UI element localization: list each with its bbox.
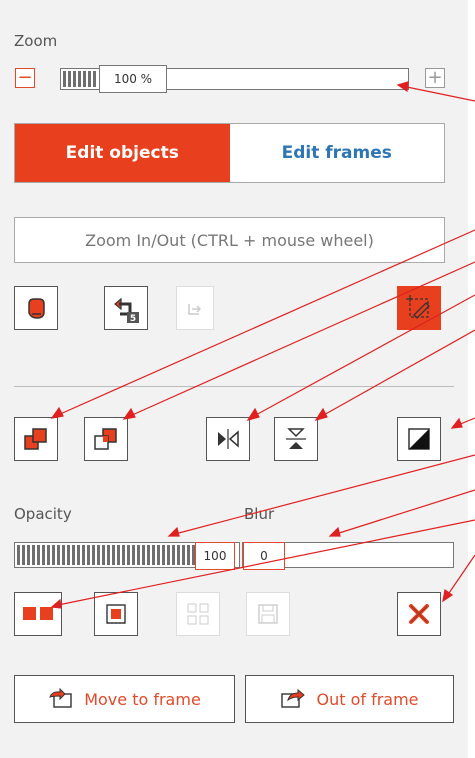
- contrast-icon: [408, 428, 430, 450]
- blur-label: Blur: [244, 505, 275, 523]
- redo-button[interactable]: [176, 286, 214, 330]
- undo-button[interactable]: 5: [104, 286, 148, 330]
- bring-forward-button[interactable]: [14, 417, 58, 461]
- undo-count-badge: 5: [130, 314, 136, 323]
- flip-horizontal-button[interactable]: [206, 417, 250, 461]
- zoom-value: 100 %: [99, 65, 167, 93]
- out-of-frame-button[interactable]: Out of frame: [245, 675, 454, 723]
- properties-panel: Zoom − 100 % + Edit objects Edit frames …: [0, 0, 468, 758]
- zoom-out-button[interactable]: −: [15, 68, 35, 88]
- move-to-frame-label: Move to frame: [84, 689, 201, 709]
- zoom-label: Zoom: [14, 32, 58, 50]
- send-backward-button[interactable]: [84, 417, 128, 461]
- opacity-label: Opacity: [14, 505, 72, 523]
- minus-icon: −: [17, 67, 33, 88]
- bring-forward-icon: [24, 428, 47, 450]
- group-button[interactable]: [176, 592, 220, 636]
- crop-button[interactable]: [94, 592, 138, 636]
- zoom-in-button[interactable]: +: [425, 68, 445, 88]
- flip-vertical-button[interactable]: [274, 417, 318, 461]
- crop-icon: [106, 604, 126, 624]
- out-of-frame-label: Out of frame: [316, 689, 419, 709]
- move-to-frame-icon: [49, 688, 72, 708]
- group-icon: [187, 603, 209, 625]
- save-button[interactable]: [246, 592, 290, 636]
- undo-icon: 5: [114, 297, 139, 323]
- separator: [14, 386, 454, 387]
- contrast-button[interactable]: [397, 417, 441, 461]
- duplicate-button[interactable]: [14, 592, 62, 636]
- redo-icon: [188, 304, 202, 315]
- zoom-slider[interactable]: 100 %: [60, 65, 409, 93]
- opacity-slider[interactable]: 100: [14, 542, 240, 570]
- select-tool-icon: [406, 295, 430, 319]
- select-tool-button[interactable]: [397, 286, 441, 330]
- tab-edit-objects[interactable]: Edit objects: [15, 124, 230, 182]
- out-of-frame-icon: [281, 688, 306, 708]
- blur-value[interactable]: 0: [243, 542, 285, 570]
- move-to-frame-button[interactable]: Move to frame: [14, 675, 235, 723]
- duplicate-icon: [23, 607, 53, 620]
- hand-icon: [28, 298, 45, 319]
- help-text: Zoom In/Out (CTRL + mouse wheel): [14, 217, 445, 263]
- opacity-slider-fill: [17, 545, 195, 565]
- send-backward-icon: [94, 428, 117, 450]
- plus-icon: +: [427, 67, 443, 88]
- mode-tabs: Edit objects Edit frames: [14, 123, 445, 183]
- hand-tool-button[interactable]: [14, 286, 58, 330]
- delete-icon: [409, 604, 429, 624]
- flip-vertical-icon: [286, 428, 306, 449]
- blur-slider[interactable]: 0: [242, 542, 454, 570]
- flip-horizontal-icon: [218, 429, 239, 449]
- save-icon: [258, 604, 278, 624]
- delete-button[interactable]: [397, 592, 441, 636]
- opacity-value[interactable]: 100: [195, 542, 235, 570]
- tab-edit-frames[interactable]: Edit frames: [230, 124, 445, 182]
- zoom-slider-fill: [63, 71, 97, 87]
